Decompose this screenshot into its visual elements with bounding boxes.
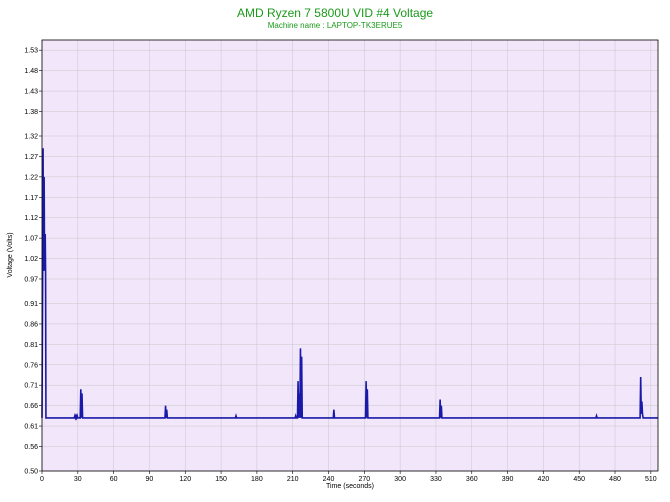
y-tick-label: 1.43 [24,89,38,96]
y-tick-label: 1.02 [24,256,38,263]
y-tick-label: 1.53 [24,48,38,55]
x-tick-label: 510 [645,476,657,483]
y-tick-label: 1.22 [24,174,38,181]
y-tick-label: 0.81 [24,342,38,349]
x-tick-label: 330 [430,476,442,483]
y-tick-label: 0.86 [24,321,38,328]
x-tick-label: 390 [502,476,514,483]
x-tick-label: 60 [110,476,118,483]
x-tick-label: 480 [609,476,621,483]
x-tick-label: 420 [538,476,550,483]
y-tick-label: 1.32 [24,134,38,141]
x-tick-label: 180 [251,476,263,483]
x-axis-label: Time (seconds) [326,483,374,490]
y-tick-label: 0.97 [24,276,38,283]
y-axis-label: Voltage (Volts) [7,232,14,277]
y-tick-label: 0.56 [24,444,38,451]
voltage-chart: 0 30 60 90 120 150 180 210 240 270 300 330 360 390 420… [7,39,659,490]
y-tick-label: 0.61 [24,424,38,431]
x-tick-label: 90 [146,476,154,483]
x-tick-label: 270 [358,476,370,483]
y-tick-label: 0.76 [24,362,38,369]
y-tick-label: 0.66 [24,403,38,410]
y-tick-label: 1.38 [24,109,38,116]
x-tick-label: 360 [466,476,478,483]
x-tick-label: 150 [215,476,227,483]
x-tick-label: 0 [40,476,44,483]
y-tick-label: 0.91 [24,301,38,308]
x-tick-label: 240 [323,476,335,483]
x-tick-label: 210 [287,476,299,483]
y-tick-label: 0.50 [24,469,38,476]
y-tick-label: 0.71 [24,383,38,390]
x-tick-label: 120 [179,476,191,483]
y-tick-label: 1.17 [24,195,38,202]
y-tick-label: 1.12 [24,215,38,222]
x-tick-label: 450 [573,476,585,483]
x-tick-label: 300 [394,476,406,483]
y-tick-label: 1.07 [24,236,38,243]
x-tick-label: 30 [74,476,82,483]
y-tick-label: 1.27 [24,154,38,161]
y-tick-label: 1.48 [24,68,38,75]
plot-area [42,40,658,471]
